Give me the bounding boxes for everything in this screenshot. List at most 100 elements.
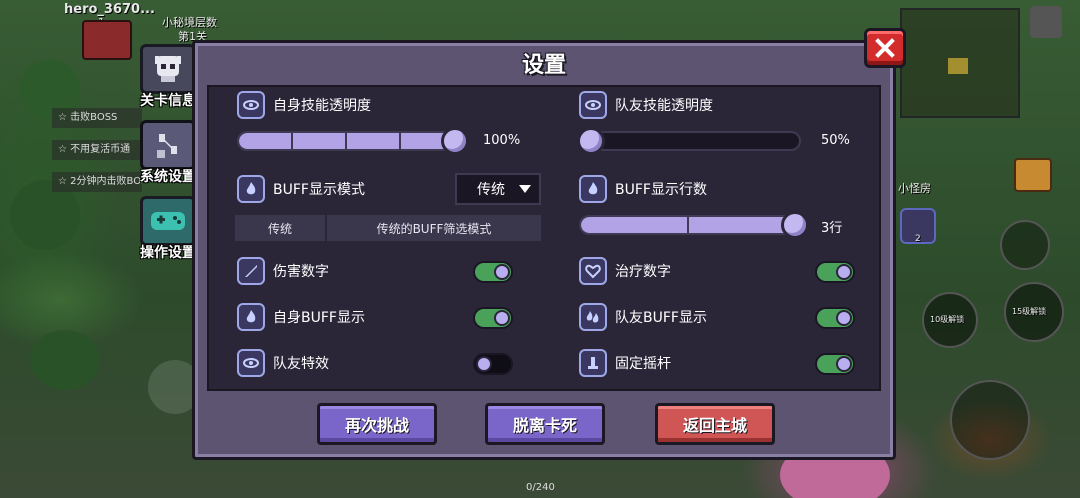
setting-team-effects: 队友特效 xyxy=(237,349,329,377)
setting-label: BUFF显示模式 xyxy=(273,182,365,198)
settings-content: 自身技能透明度 100% 队友技能透明度 50% BUFF显示模式 传统 传统 xyxy=(207,85,881,391)
setting-fixed-joystick: 固定摇杆 xyxy=(579,349,671,377)
player-name: hero_3670... xyxy=(64,2,155,17)
setting-label: 治疗数字 xyxy=(615,264,671,280)
gamepad-icon xyxy=(140,196,196,246)
setting-label: 队友特效 xyxy=(273,356,329,372)
setting-self-buff: 自身BUFF显示 xyxy=(237,303,365,331)
team-effects-toggle[interactable] xyxy=(473,353,513,375)
setting-self-skill-opacity: 自身技能透明度 xyxy=(237,91,371,119)
eye-icon xyxy=(237,349,265,377)
skill-button[interactable] xyxy=(1000,220,1050,270)
nav-label: 操作设置 xyxy=(140,245,196,261)
buff-mode-description: 传统 传统的BUFF筛选模式 xyxy=(235,215,541,241)
unlock-10-label: 10级解锁 xyxy=(930,315,965,324)
slider-fill xyxy=(581,217,799,233)
setting-team-buff: 队友BUFF显示 xyxy=(579,303,707,331)
slider-segment xyxy=(345,133,347,149)
unstuck-button[interactable]: 脱离卡死 xyxy=(485,403,605,445)
flame-icon xyxy=(579,175,607,203)
setting-label: BUFF显示行数 xyxy=(615,182,707,198)
panel-title: 设置 xyxy=(521,53,566,78)
slider-segment xyxy=(399,133,401,149)
slider-segment xyxy=(291,133,293,149)
setting-heal-numbers: 治疗数字 xyxy=(579,257,671,285)
nav-label: 系统设置 xyxy=(140,169,196,185)
return-home-button[interactable]: 返回主城 xyxy=(655,403,775,445)
desc-mode-text: 传统的BUFF筛选模式 xyxy=(376,221,492,236)
nav-level-info[interactable]: 关卡信息 xyxy=(136,44,200,120)
room-label: 小怪房 xyxy=(898,182,931,195)
setting-label: 伤害数字 xyxy=(273,264,329,280)
slider-value: 100% xyxy=(483,133,521,148)
nav-label: 关卡信息 xyxy=(140,93,196,109)
toggle-knob xyxy=(494,264,510,280)
nav-system-settings[interactable]: 系统设置 xyxy=(136,120,200,196)
self-skill-opacity-knob[interactable] xyxy=(441,127,469,155)
settings-panel: 设置 自身技能透明度 100% 队友技能透明度 50% BUFF显示模式 传统 … xyxy=(192,40,896,460)
fixed-joystick-toggle[interactable] xyxy=(815,353,855,375)
quest-item: ☆ 不用复活币通 xyxy=(52,140,142,160)
heal-numbers-toggle[interactable] xyxy=(815,261,855,283)
setting-team-skill-opacity: 队友技能透明度 xyxy=(579,91,713,119)
toggle-knob xyxy=(836,356,852,372)
desc-mode-name: 传统 xyxy=(235,215,327,241)
setting-damage-numbers: 伤害数字 xyxy=(237,257,329,285)
toggle-knob xyxy=(494,310,510,326)
treasure-chest-icon[interactable] xyxy=(1014,158,1052,192)
settings-side-nav: 关卡信息 系统设置 操作设置 xyxy=(136,44,200,272)
setting-label: 自身BUFF显示 xyxy=(273,310,365,326)
heart-icon xyxy=(579,257,607,285)
setting-label: 队友技能透明度 xyxy=(615,98,713,114)
unlock-15-label: 15级解锁 xyxy=(1012,307,1047,316)
star-icon: ☆ xyxy=(58,176,71,187)
nav-control-settings[interactable]: 操作设置 xyxy=(136,196,200,272)
self-skill-opacity-slider[interactable] xyxy=(237,131,463,151)
sword-icon xyxy=(237,257,265,285)
toggle-knob xyxy=(476,356,492,372)
team-skill-opacity-slider[interactable] xyxy=(579,131,801,151)
setting-label: 队友BUFF显示 xyxy=(615,310,707,326)
setting-buff-rows: BUFF显示行数 xyxy=(579,175,707,203)
setting-buff-mode: BUFF显示模式 xyxy=(237,175,365,203)
team-buff-toggle[interactable] xyxy=(815,307,855,329)
buff-count: 2 xyxy=(915,234,921,244)
slider-segment xyxy=(687,217,689,233)
minimap[interactable] xyxy=(900,8,1020,118)
wrench-icon xyxy=(140,120,196,170)
star-icon: ☆ xyxy=(58,112,71,123)
buff-rows-slider[interactable] xyxy=(579,215,801,235)
joystick-icon xyxy=(579,349,607,377)
damage-numbers-toggle[interactable] xyxy=(473,261,513,283)
attack-button[interactable] xyxy=(950,380,1030,460)
flame-group-icon xyxy=(579,303,607,331)
close-button[interactable] xyxy=(864,28,906,68)
player-avatar[interactable] xyxy=(82,20,132,60)
menu-icon[interactable] xyxy=(1030,6,1062,38)
setting-label: 自身技能透明度 xyxy=(273,98,371,114)
self-buff-toggle[interactable] xyxy=(473,307,513,329)
chevron-down-icon xyxy=(519,185,531,193)
close-icon xyxy=(875,38,895,58)
dropdown-value: 传统 xyxy=(477,182,505,198)
minimap-room-marker xyxy=(948,58,968,74)
flame-icon xyxy=(237,303,265,331)
setting-label: 固定摇杆 xyxy=(615,356,671,372)
retry-button[interactable]: 再次挑战 xyxy=(317,403,437,445)
eye-icon xyxy=(237,91,265,119)
buff-mode-dropdown[interactable]: 传统 xyxy=(455,173,541,205)
slider-fill xyxy=(239,133,461,149)
toggle-knob xyxy=(836,310,852,326)
slider-value: 50% xyxy=(821,133,850,148)
toggle-knob xyxy=(836,264,852,280)
progress-counter: 0/240 xyxy=(526,482,555,493)
eye-icon xyxy=(579,91,607,119)
skull-icon xyxy=(140,44,196,94)
quest-item: ☆ 2分钟内击败BOSS xyxy=(52,172,142,192)
buff-rows-knob[interactable] xyxy=(781,211,809,239)
slider-value: 3行 xyxy=(821,221,843,236)
star-icon: ☆ xyxy=(58,144,71,155)
flame-icon xyxy=(237,175,265,203)
team-skill-opacity-knob[interactable] xyxy=(577,127,605,155)
quest-item: ☆ 击败BOSS xyxy=(52,108,142,128)
